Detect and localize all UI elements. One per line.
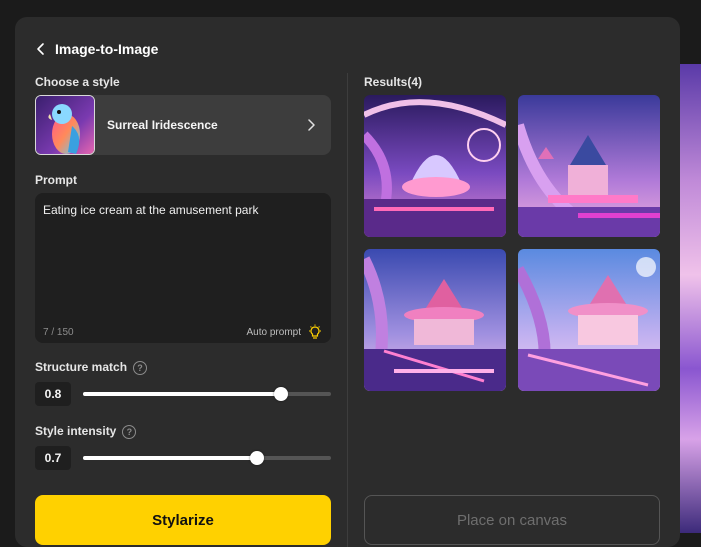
auto-prompt-button[interactable]: Auto prompt [247, 324, 323, 340]
style-selector[interactable]: Surreal Iridescence [35, 95, 331, 155]
structure-match-value[interactable]: 0.8 [35, 382, 71, 406]
lightbulb-icon [309, 324, 321, 339]
slider-thumb[interactable] [274, 387, 289, 401]
help-icon[interactable]: ? [133, 360, 148, 375]
slider-thumb[interactable] [249, 451, 264, 465]
style-intensity-label: Style intensity? [35, 424, 137, 439]
chevron-right-icon [308, 119, 315, 131]
style-intensity-text: Style intensity [35, 424, 117, 438]
help-icon[interactable]: ? [122, 424, 137, 439]
place-on-canvas-button[interactable]: Place on canvas [364, 495, 660, 545]
prompt-label: Prompt [35, 173, 77, 187]
parrot-image [35, 95, 95, 155]
structure-match-label: Structure match? [35, 360, 148, 375]
selected-style-name: Surreal Iridescence [107, 118, 218, 132]
choose-style-label: Choose a style [35, 75, 120, 89]
structure-match-text: Structure match [35, 360, 128, 374]
prompt-textarea[interactable]: Eating ice cream at the amusement park 7… [35, 193, 331, 343]
panel-header: Image-to-Image [35, 41, 158, 57]
result-image-3[interactable] [364, 249, 506, 391]
image-to-image-panel: Image-to-Image Choose a style Surreal Ir… [15, 17, 680, 547]
structure-match-slider-row: 0.8 [35, 382, 331, 406]
slider-fill [83, 392, 282, 396]
canvas-background-image [680, 64, 701, 533]
chevron-left-icon[interactable] [35, 42, 47, 56]
style-intensity-slider[interactable] [83, 451, 331, 465]
char-count: 7 / 150 [43, 327, 74, 338]
style-intensity-value[interactable]: 0.7 [35, 446, 71, 470]
stylarize-button[interactable]: Stylarize [35, 495, 331, 545]
results-label: Results(4) [364, 75, 423, 89]
result-image-1[interactable] [364, 95, 506, 237]
prompt-text: Eating ice cream at the amusement park [43, 203, 259, 217]
style-intensity-slider-row: 0.7 [35, 446, 331, 470]
panel-title: Image-to-Image [55, 41, 159, 57]
result-image-4[interactable] [518, 249, 660, 391]
auto-prompt-label: Auto prompt [246, 326, 301, 338]
result-image-2[interactable] [518, 95, 660, 237]
structure-match-slider[interactable] [83, 387, 331, 401]
panel-divider [347, 73, 348, 547]
slider-fill [83, 456, 257, 460]
